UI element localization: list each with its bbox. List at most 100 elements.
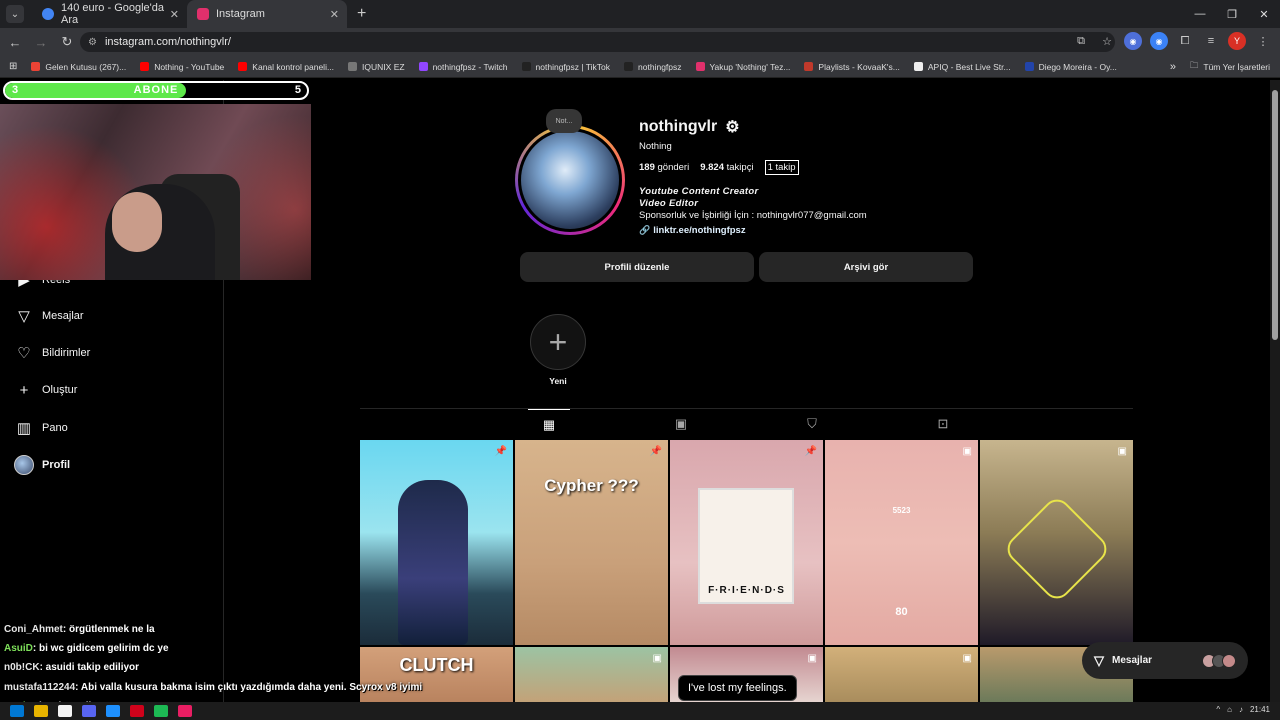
post-thumbnail[interactable]: 📌 F·R·I·E·N·D·S: [670, 440, 823, 645]
messages-floating-button[interactable]: ▽ Mesajlar: [1082, 642, 1248, 679]
bookmark-label: IQUNIX EZ: [362, 61, 405, 72]
bookmarks-more-button[interactable]: »: [1170, 61, 1176, 73]
profile-avatar-button[interactable]: Y: [1228, 32, 1246, 50]
instagram-icon: [197, 8, 209, 20]
discord-icon[interactable]: [82, 705, 96, 717]
all-bookmarks-folder[interactable]: 🗀 Tüm Yer İşaretleri: [1190, 60, 1270, 74]
chrome-icon[interactable]: [58, 705, 72, 717]
app-icon[interactable]: [154, 705, 168, 717]
forward-icon[interactable]: →: [28, 35, 54, 50]
menu-kebab-icon[interactable]: ⋮: [1254, 32, 1272, 50]
following-stat[interactable]: 1 takip: [764, 160, 799, 175]
chat-username: AsuiD: [4, 643, 33, 654]
bookmark-item[interactable]: nothingfpsz | TikTok: [521, 61, 611, 72]
apps-grid-icon[interactable]: ⊞: [9, 61, 17, 72]
bookmark-favicon-icon: [804, 62, 814, 71]
sidebar-item-create[interactable]: + Oluştur: [14, 380, 78, 400]
explorer-icon[interactable]: [34, 705, 48, 717]
bookmark-item[interactable]: APIQ - Best Live Str...: [913, 62, 1011, 72]
note-bubble[interactable]: Not...: [546, 109, 582, 133]
bookmark-star-icon[interactable]: ☆: [1098, 32, 1116, 50]
close-icon[interactable]: ✕: [170, 8, 179, 21]
view-archive-button[interactable]: Arşivi gör: [759, 252, 973, 282]
install-app-icon[interactable]: ⧉: [1072, 32, 1090, 50]
bookmark-label: nothingfpsz - Twitch: [432, 61, 508, 72]
bookmark-item[interactable]: Kanal kontrol paneli...: [238, 62, 334, 72]
tab-tagged[interactable]: ⊡: [922, 409, 964, 439]
sidebar-item-dashboard[interactable]: ▥ Pano: [14, 418, 68, 438]
chat-message: n0b!CK: asuidi takip ediliyor: [4, 662, 139, 673]
clock[interactable]: 21:41: [1250, 705, 1270, 714]
extension-icon[interactable]: ◉: [1124, 32, 1142, 50]
restore-button[interactable]: ❐: [1216, 0, 1248, 28]
bookmark-item[interactable]: IQUNIX EZ: [348, 62, 405, 72]
browser-tab-google[interactable]: 140 euro - Google'da Ara ✕: [32, 0, 187, 28]
settings-gear-icon[interactable]: ⚙: [725, 117, 739, 137]
profile-username-row: nothingvlr ⚙: [639, 117, 740, 137]
network-icon[interactable]: ⌂: [1227, 705, 1232, 714]
app-icon[interactable]: [178, 705, 192, 717]
chat-text: : Abi valla kusura bakma isim çıktı yazd…: [75, 682, 423, 693]
bookmark-item[interactable]: Diego Moreira - Oy...: [1024, 61, 1117, 72]
profile-picture[interactable]: [515, 125, 625, 235]
bio-link[interactable]: 🔗 linktr.ee/nothingfpsz: [639, 225, 746, 236]
media-control-icon[interactable]: ≡: [1202, 32, 1220, 50]
post-thumbnail[interactable]: ▣: [980, 440, 1133, 645]
bookmark-item[interactable]: nothingfpsz - Twitch: [418, 61, 508, 72]
reload-icon[interactable]: ↻: [54, 34, 80, 50]
post-thumbnail[interactable]: CLUTCH: [360, 647, 513, 702]
minimize-button[interactable]: —: [1184, 0, 1216, 28]
tab-saved[interactable]: ⛉: [791, 409, 833, 439]
chat-username: mustafa112244: [4, 682, 76, 693]
edit-profile-button[interactable]: Profili düzenle: [520, 252, 754, 282]
pin-icon: 📌: [494, 446, 507, 457]
post-thumbnail[interactable]: ▣: [825, 647, 978, 702]
site-info-icon[interactable]: ⚙: [88, 37, 97, 48]
new-highlight-button[interactable]: +: [530, 314, 586, 370]
tab-search-button[interactable]: ⌄: [6, 5, 24, 23]
tray-chevron-icon[interactable]: ^: [1216, 705, 1220, 714]
chat-message: Coni_Ahmet: örgütlenmek ne la: [4, 624, 155, 635]
bookmark-label: Diego Moreira - Oy...: [1038, 61, 1117, 72]
volume-icon[interactable]: ♪: [1239, 705, 1243, 714]
tab-reels[interactable]: ▣: [660, 409, 702, 439]
extension-icon[interactable]: ◉: [1150, 32, 1168, 50]
ability-indicator: [1001, 493, 1113, 605]
bookmark-item[interactable]: Gelen Kutusu (267)...: [31, 62, 126, 72]
back-icon[interactable]: ←: [2, 35, 28, 50]
app-icon[interactable]: [106, 705, 120, 717]
all-bookmarks-label: Tüm Yer İşaretleri: [1203, 61, 1270, 72]
sidebar-item-notifications[interactable]: ♡ Bildirimler: [14, 343, 90, 363]
google-icon: [42, 8, 54, 20]
obs-icon[interactable]: [130, 705, 144, 717]
bio-line: Youtube Content Creator: [639, 186, 759, 197]
address-bar[interactable]: ⚙ instagram.com/nothingvlr/: [80, 32, 1115, 52]
bookmark-label: nothingfpsz | TikTok: [535, 61, 611, 72]
tab-posts[interactable]: ▦: [528, 409, 570, 439]
bookmark-item[interactable]: Playlists - KovaaK's...: [804, 62, 900, 72]
window-close-button[interactable]: ✕: [1248, 0, 1280, 28]
post-thumbnail[interactable]: ▣ 5523 80: [825, 440, 978, 645]
bookmark-favicon-icon: [1024, 62, 1034, 71]
post-thumbnail[interactable]: 📌 Cypher ???: [515, 440, 668, 645]
profile-username: nothingvlr: [639, 118, 718, 135]
sidebar-item-messages[interactable]: ▽ Mesajlar: [14, 306, 83, 326]
sidebar-item-profile[interactable]: Profil: [14, 455, 70, 475]
post-thumbnail[interactable]: ▣: [515, 647, 668, 702]
bookmark-item[interactable]: nothingfpsz: [624, 62, 682, 72]
page-scrollbar[interactable]: [1270, 80, 1280, 702]
posts-grid: 📌 📌 Cypher ??? 📌 F·R·I·E·N·D·S ▣ 5523 80 ▣ CLUTCH…: [360, 440, 1133, 702]
post-thumbnail[interactable]: 📌: [360, 440, 513, 645]
posts-stat: 189 gönderi: [639, 162, 690, 173]
bookmark-item[interactable]: Nothing - YouTube: [140, 62, 224, 72]
start-icon[interactable]: [10, 705, 24, 717]
bookmark-item[interactable]: Yakup 'Nothing' Tez...: [695, 62, 790, 72]
close-icon[interactable]: ✕: [330, 8, 339, 21]
extensions-puzzle-icon[interactable]: ⧠: [1176, 32, 1194, 50]
bookmark-favicon-icon: [913, 62, 923, 71]
followers-stat[interactable]: 9.824 takipçi: [700, 162, 753, 173]
clip-icon: ▣: [652, 653, 662, 664]
new-tab-button[interactable]: +: [357, 5, 366, 23]
browser-tab-instagram[interactable]: Instagram ✕: [187, 0, 347, 28]
sidebar-item-label: Pano: [42, 422, 68, 434]
